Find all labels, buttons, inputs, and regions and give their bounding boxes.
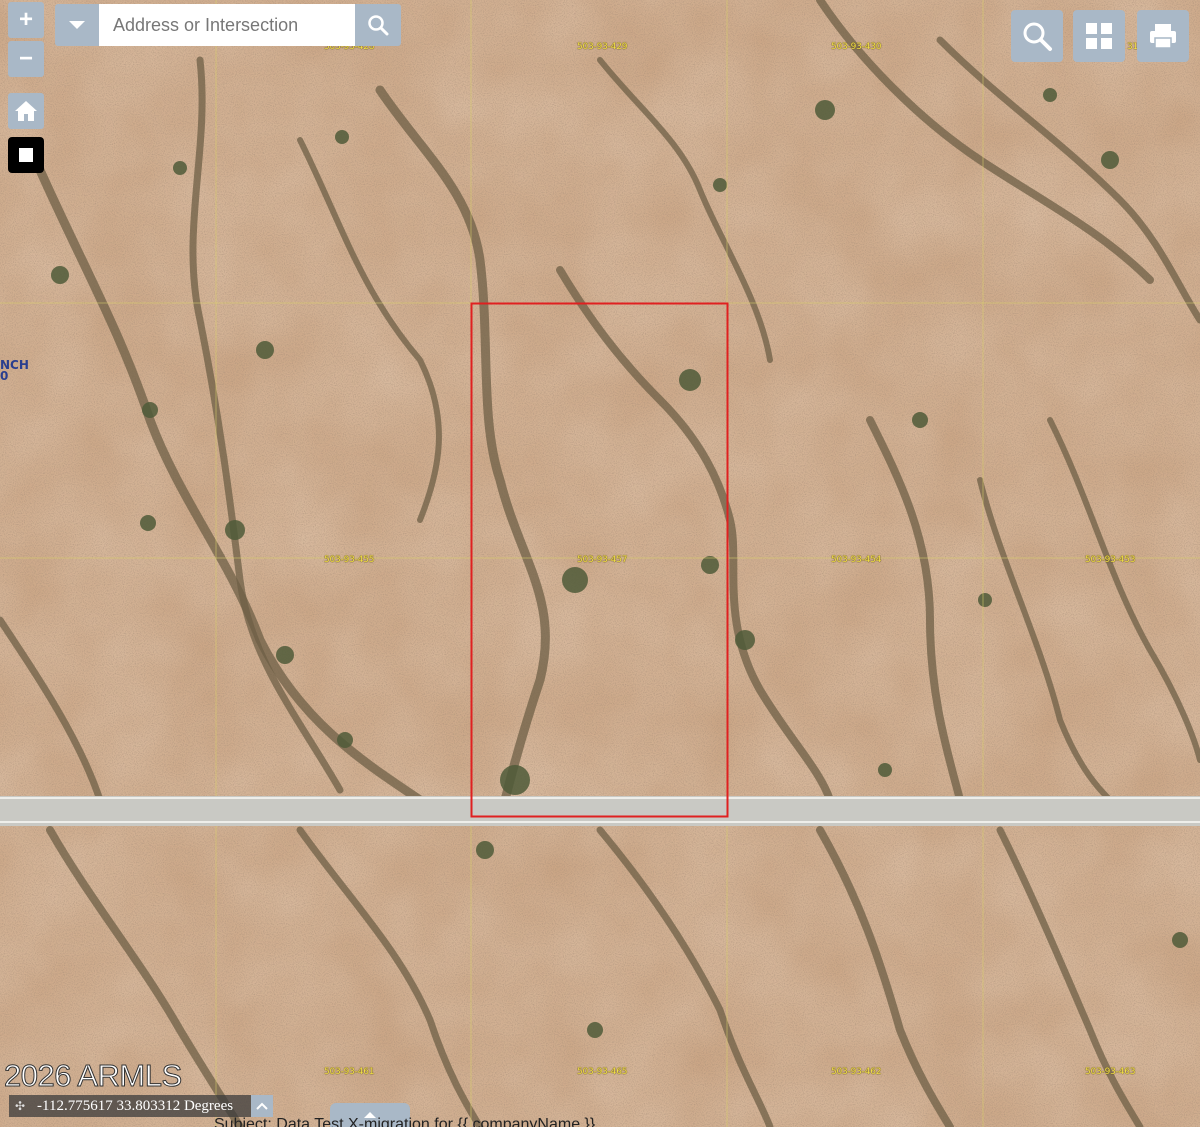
subject-line: Subject: Data Test X-migration for {{ co… [214,1116,596,1127]
layers-grid-icon [1086,23,1112,49]
plus-icon: + [18,6,33,33]
offscreen-label-fragment: NCH 0 [0,359,29,383]
zoom-out-button[interactable]: − [8,41,44,77]
search-submit-button[interactable] [355,4,401,46]
print-button[interactable] [1137,10,1189,62]
stop-icon [19,148,33,162]
home-icon [15,101,37,121]
parcel-label: 503-93-463 [1085,1067,1136,1077]
minus-icon: − [18,45,33,72]
chevron-up-icon [256,1102,268,1110]
fragment-line: 0 [0,369,9,383]
home-button[interactable] [8,93,44,129]
parcel-label: 503-93-465 [577,1067,628,1077]
aerial-map[interactable]: 503-93-428 503-93-429 503-93-430 31 503-… [0,0,1200,1127]
coordinate-text: -112.775617 33.803312 Degrees [37,1097,234,1114]
coordinate-readout: ✣ -112.775617 33.803312 Degrees [9,1095,273,1117]
search-tool-icon [1023,22,1052,51]
search-dropdown-button[interactable] [55,4,99,46]
layers-button[interactable] [1073,10,1125,62]
parcel-label: 503-93-453 [1085,555,1136,565]
stop-button[interactable] [8,137,44,173]
parcel-label: 503-93-461 [324,1067,375,1077]
watermark: 2026 ARMLS [4,1058,183,1094]
parcel-label: 503-93-457 [577,555,628,565]
search-icon [368,15,389,36]
parcel-label: 503-93-430 [831,42,882,52]
address-search-input[interactable] [99,4,355,46]
crosshair-icon: ✣ [14,1098,26,1113]
chevron-down-icon [69,21,85,29]
parcel-label: 503-93-454 [831,555,882,565]
address-search [55,4,401,46]
find-tool-button[interactable] [1011,10,1063,62]
parcel-label: 503-93-455 [324,555,375,565]
coordinate-toggle-button[interactable] [251,1095,273,1117]
parcel-label: 503-93-462 [831,1067,882,1077]
zoom-in-button[interactable]: + [8,2,44,38]
print-icon [1150,24,1176,49]
parcel-label: 503-93-429 [577,42,628,52]
